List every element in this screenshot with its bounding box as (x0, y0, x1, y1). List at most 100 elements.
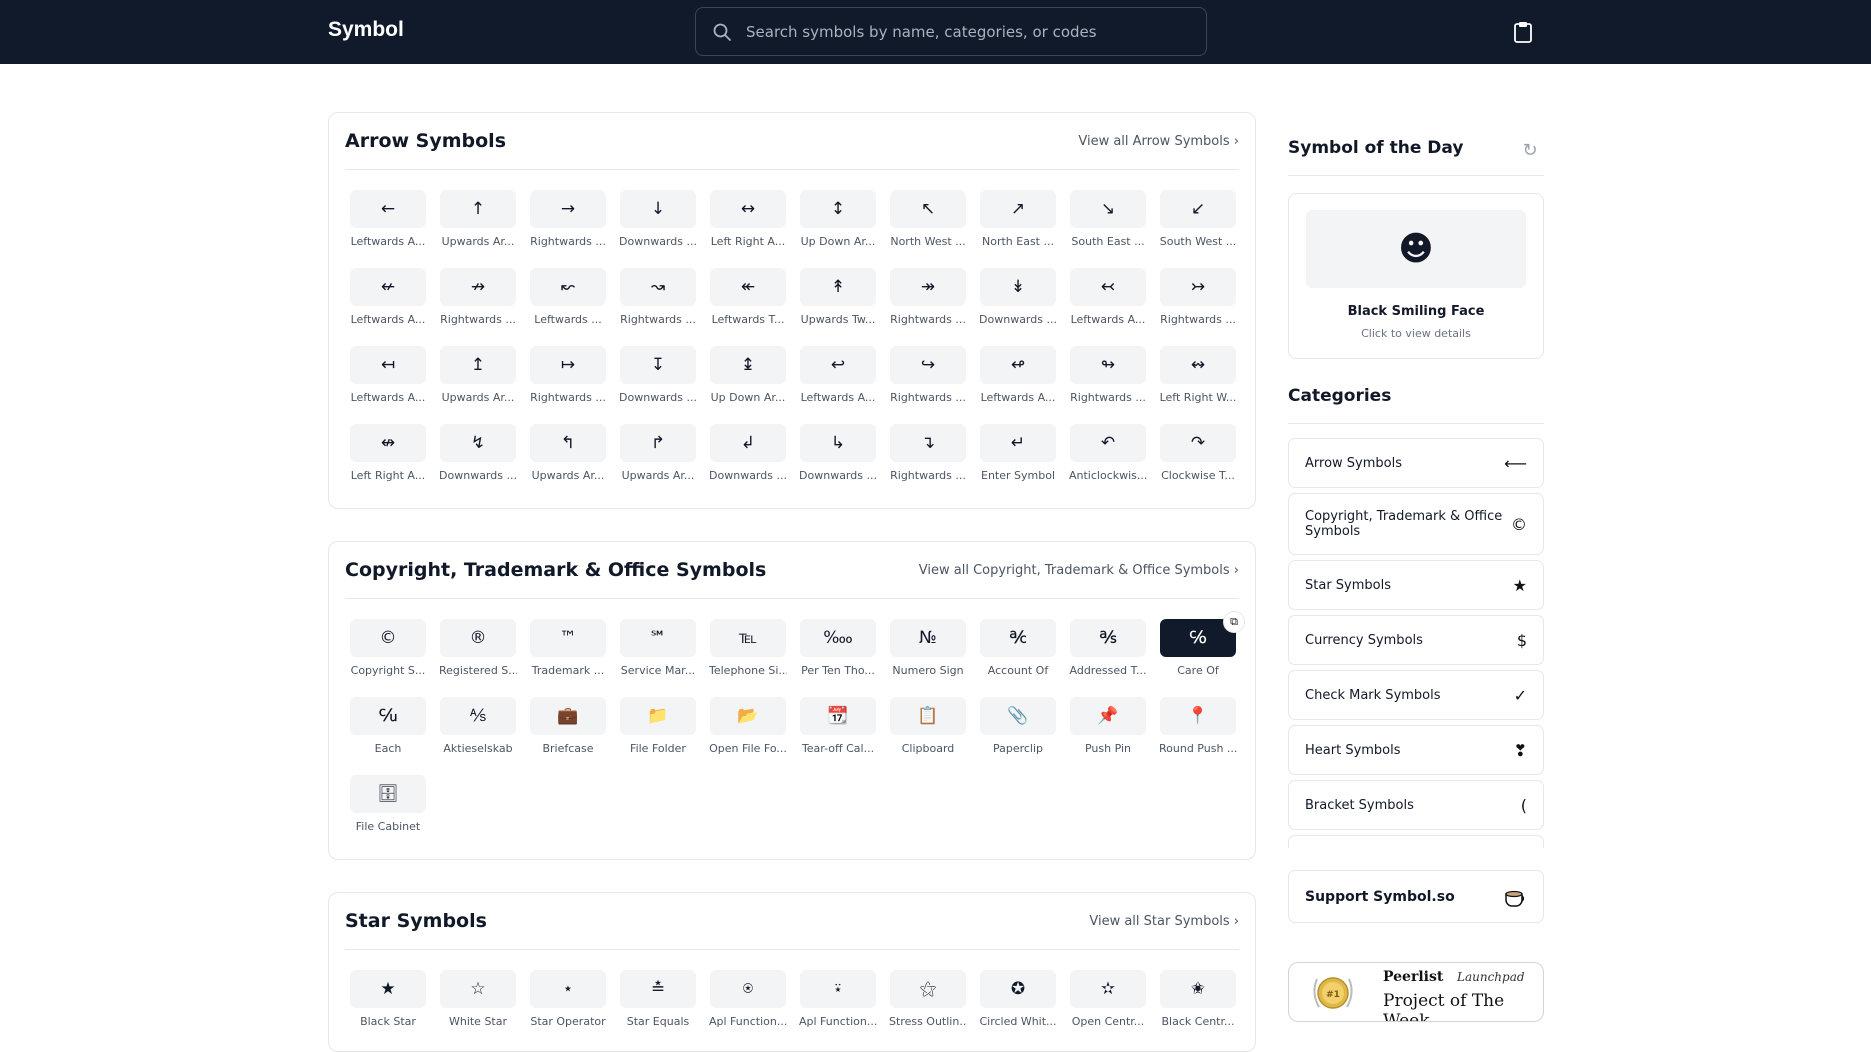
peerlist-badge[interactable]: #1 Peerlist Launchpad Project of The Wee… (1288, 962, 1544, 1022)
view-all-link[interactable]: View all Star Symbols › (1089, 914, 1239, 929)
search-box[interactable] (695, 7, 1207, 56)
symbol-item[interactable]: ℆ Each (349, 697, 427, 761)
symbol-item[interactable]: ↭ Left Right W... (1159, 346, 1237, 410)
symbol-item[interactable]: ℁ Addressed T... (1069, 619, 1147, 683)
symbol-item[interactable]: 📂 Open File Fo... (709, 697, 787, 761)
symbol-item[interactable]: ↟ Upwards Tw... (799, 268, 877, 332)
symbol-item[interactable]: ⅍ Aktieselskab (439, 697, 517, 761)
logo[interactable]: Symbol (328, 18, 404, 42)
category-item[interactable]: Check Mark Symbols ✓ (1288, 670, 1544, 720)
symbol-item[interactable]: ‱ Per Ten Tho... (799, 619, 877, 683)
symbol-item[interactable]: ® Registered S... (439, 619, 517, 683)
symbol-item[interactable]: ☆ White Star (439, 970, 517, 1034)
symbol-item[interactable]: ↣ Rightwards ... (1159, 268, 1237, 332)
category-item[interactable]: Star Symbols ★ (1288, 560, 1544, 610)
category-item[interactable]: Bracket Symbols ( (1288, 780, 1544, 830)
symbol-item[interactable]: ↷ Clockwise T... (1159, 424, 1237, 488)
symbol-item[interactable]: ↥ Upwards Ar... (439, 346, 517, 410)
symbol-item[interactable]: ℅ Care Of ⧉ (1159, 611, 1245, 683)
symbol-item[interactable]: ↦ Rightwards ... (529, 346, 607, 410)
symbol-item[interactable]: ↰ Upwards Ar... (529, 424, 607, 488)
symbol-item[interactable]: ↪ Rightwards ... (889, 346, 967, 410)
support-button[interactable]: Support Symbol.so (1288, 870, 1544, 923)
symbol-item[interactable]: ↚ Leftwards A... (349, 268, 427, 332)
symbol-item[interactable]: ↫ Leftwards A... (979, 346, 1057, 410)
category-item[interactable]: Currency Symbols $ (1288, 615, 1544, 665)
symbol-item[interactable]: ⚝ Stress Outlin... (889, 970, 967, 1034)
symbol-item[interactable]: ↗ North East ... (979, 190, 1057, 254)
symbol-item[interactable]: ↘ South East ... (1069, 190, 1147, 254)
category-item[interactable]: Arrow Symbols ⟵ (1288, 438, 1544, 488)
symbol-item[interactable]: ™ Trademark ... (529, 619, 607, 683)
symbol-item[interactable]: ↲ Downwards ... (709, 424, 787, 488)
symbol-item[interactable]: ℡ Telephone Si... (709, 619, 787, 683)
symbol-item[interactable]: ✪ Circled Whit... (979, 970, 1057, 1034)
symbol-item[interactable]: ⋆ Star Operator (529, 970, 607, 1034)
symbol-glyph: 📆 (800, 697, 876, 735)
symbol-item[interactable]: ↩ Leftwards A... (799, 346, 877, 410)
symbol-item[interactable]: 📌 Push Pin (1069, 697, 1147, 761)
symbol-item[interactable]: 🗄 File Cabinet (349, 775, 427, 839)
symbol-item[interactable]: ↵ Enter Symbol (979, 424, 1057, 488)
category-item[interactable]: Heart Symbols ❣ (1288, 725, 1544, 775)
category-item[interactable] (1288, 835, 1544, 848)
symbol-item[interactable]: ↶ Anticlockwis... (1069, 424, 1147, 488)
symbol-item[interactable]: ↬ Rightwards ... (1069, 346, 1147, 410)
symbol-label: Downwards ... (619, 235, 697, 248)
symbol-item[interactable]: ↜ Leftwards ... (529, 268, 607, 332)
symbol-item[interactable]: © Copyright S... (349, 619, 427, 683)
symbol-item[interactable]: ↓ Downwards ... (619, 190, 697, 254)
symbol-item[interactable]: ✫ Open Centr... (1069, 970, 1147, 1034)
symbol-item[interactable]: ↖ North West ... (889, 190, 967, 254)
symbol-glyph: ™ (530, 619, 606, 657)
symbol-item[interactable]: 📍 Round Push ... (1159, 697, 1237, 761)
copy-icon[interactable]: ⧉ (1223, 611, 1245, 633)
symbol-item[interactable]: ≛ Star Equals (619, 970, 697, 1034)
symbol-item[interactable]: ↙ South West ... (1159, 190, 1237, 254)
refresh-icon[interactable]: ↻ (1519, 140, 1541, 162)
symbol-item[interactable]: ↡ Downwards ... (979, 268, 1057, 332)
symbol-item[interactable]: ↳ Downwards ... (799, 424, 877, 488)
symbol-grid: ★ Black Star ☆ White Star ⋆ Star Operator ≛ Sta… (349, 970, 1239, 1034)
symbol-item[interactable]: № Numero Sign (889, 619, 967, 683)
symbol-item[interactable]: ↑ Upwards Ar... (439, 190, 517, 254)
symbol-item[interactable]: ↧ Downwards ... (619, 346, 697, 410)
symbol-item[interactable]: ℀ Account Of (979, 619, 1057, 683)
section-card: Arrow Symbols View all Arrow Symbols › ←… (328, 112, 1256, 509)
symbol-item[interactable]: ↤ Leftwards A... (349, 346, 427, 410)
view-all-link[interactable]: View all Copyright, Trademark & Office S… (919, 563, 1239, 578)
symbol-item[interactable]: 📆 Tear-off Cal... (799, 697, 877, 761)
clipboard-icon[interactable] (1512, 20, 1534, 44)
symbol-item[interactable]: 📎 Paperclip (979, 697, 1057, 761)
symbol-item[interactable]: ★ Black Star (349, 970, 427, 1034)
symbol-item[interactable]: ↝ Rightwards ... (619, 268, 697, 332)
symbol-label: White Star (448, 1015, 508, 1028)
symbol-label: Downwards ... (439, 469, 517, 482)
category-item[interactable]: Copyright, Trademark & Office Symbols © (1288, 493, 1544, 555)
symbol-item[interactable]: 💼 Briefcase (529, 697, 607, 761)
symbol-item[interactable]: ⍣ Apl Function... (799, 970, 877, 1034)
symbol-item[interactable]: ℠ Service Mar... (619, 619, 697, 683)
symbol-item[interactable]: ✬ Black Centr... (1159, 970, 1237, 1034)
symbol-item[interactable]: ⍟ Apl Function... (709, 970, 787, 1034)
search-input[interactable] (746, 22, 1186, 41)
symbol-item[interactable]: ↢ Leftwards A... (1069, 268, 1147, 332)
symbol-item[interactable]: ↴ Rightwards ... (889, 424, 967, 488)
symbol-item[interactable]: → Rightwards ... (529, 190, 607, 254)
section-header: Arrow Symbols View all Arrow Symbols › (345, 113, 1239, 170)
symbol-item[interactable]: 📋 Clipboard (889, 697, 967, 761)
symbol-item[interactable]: ↠ Rightwards ... (889, 268, 967, 332)
symbol-item[interactable]: ↔ Left Right A... (709, 190, 787, 254)
symbol-item[interactable]: ↛ Rightwards ... (439, 268, 517, 332)
symbol-item[interactable]: ↞ Leftwards T... (709, 268, 787, 332)
symbol-item[interactable]: ↯ Downwards ... (439, 424, 517, 488)
symbol-item[interactable]: ↨ Up Down Ar... (709, 346, 787, 410)
symbol-item[interactable]: 📁 File Folder (619, 697, 697, 761)
symbol-item[interactable]: ← Leftwards A... (349, 190, 427, 254)
symbol-of-the-day-card[interactable]: ☻ Black Smiling Face Click to view detai… (1288, 193, 1544, 359)
symbol-item[interactable]: ↱ Upwards Ar... (619, 424, 697, 488)
symbol-item[interactable]: ↕ Up Down Ar... (799, 190, 877, 254)
symbol-item[interactable]: ↮ Left Right A... (349, 424, 427, 488)
symbol-glyph: ↮ (350, 424, 426, 462)
view-all-link[interactable]: View all Arrow Symbols › (1078, 134, 1239, 149)
